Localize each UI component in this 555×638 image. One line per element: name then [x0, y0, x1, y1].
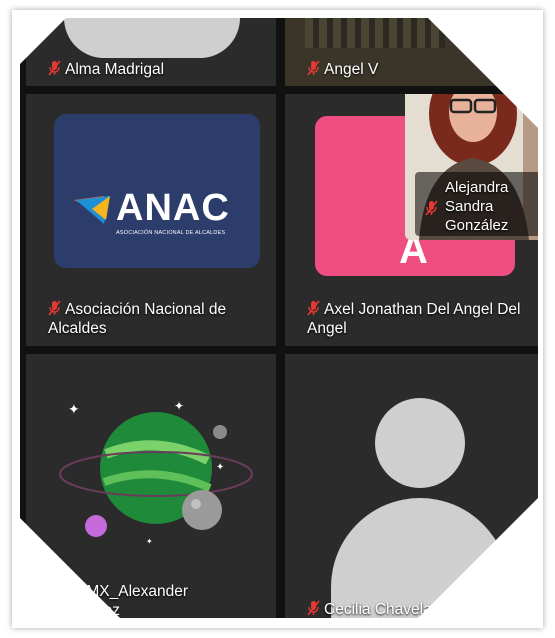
corner-fold: [428, 18, 538, 128]
participant-name: Alma Madrigal: [65, 61, 165, 78]
avatar: [64, 18, 240, 58]
mic-muted-icon: [425, 200, 438, 216]
video-grid: Alma Madrigal Angel V ANAC ASOCIACIÓN NA…: [20, 18, 538, 618]
video-feed: [305, 18, 445, 48]
participant-name: Angel V: [324, 61, 379, 78]
self-view-name: Alejandra Sandra González: [445, 179, 509, 234]
participant-tile-anac[interactable]: ANAC ASOCIACIÓN NACIONAL DE ALCALDES Aso…: [26, 94, 276, 346]
logo-tagline: ASOCIACIÓN NACIONAL DE ALCALDES: [116, 230, 226, 236]
mic-muted-icon: [307, 300, 320, 316]
svg-text:✦: ✦: [68, 401, 80, 417]
svg-text:✦: ✦: [174, 399, 184, 413]
participant-name: Asociación Nacional de Alcaldes: [48, 301, 227, 337]
corner-fold: [20, 518, 120, 618]
avatar-head: [375, 398, 465, 488]
svg-text:✦: ✦: [146, 537, 153, 546]
corner-fold: [418, 498, 538, 618]
participant-name: Axel Jonathan Del Angel Del Angel: [307, 301, 521, 337]
mic-muted-icon: [307, 600, 320, 616]
logo-wordmark: ANAC: [116, 187, 230, 229]
corner-fold: [20, 18, 66, 64]
mic-muted-icon: [48, 300, 61, 316]
svg-text:✦: ✦: [216, 462, 224, 473]
organization-logo: ANAC ASOCIACIÓN NACIONAL DE ALCALDES: [54, 114, 260, 268]
participant-tile-axel[interactable]: A Axel Jonathan Del Angel Del Angel Alej…: [285, 94, 538, 346]
mic-muted-icon: [307, 60, 320, 76]
participant-name: Cecilia Chavela: [324, 601, 432, 618]
